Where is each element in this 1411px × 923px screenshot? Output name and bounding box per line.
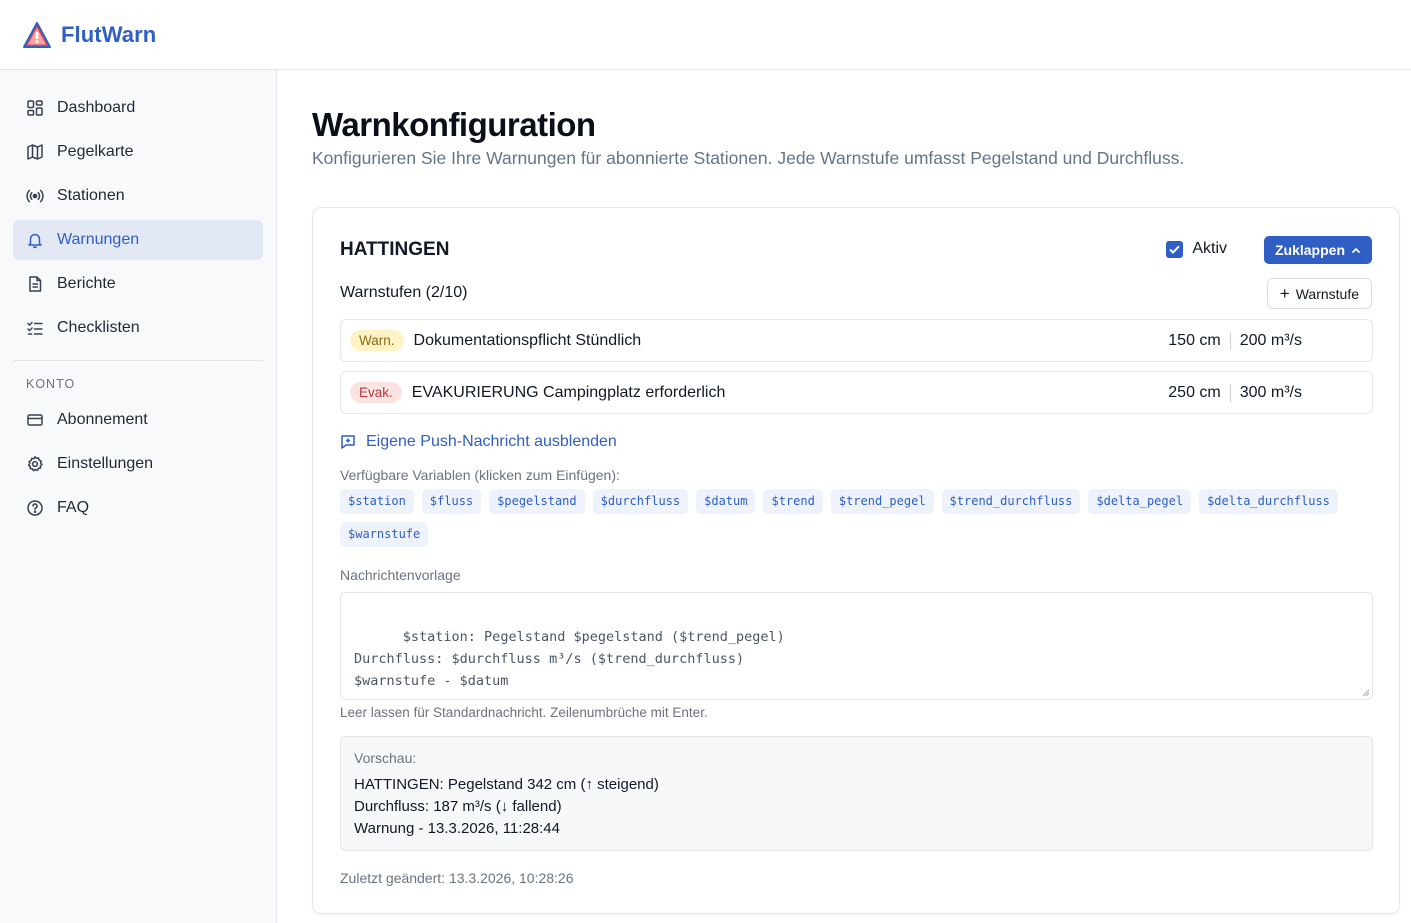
variable-chip[interactable]: $trend_durchfluss [941,489,1081,514]
template-hint: Leer lassen für Standardnachricht. Zeile… [340,705,708,720]
sidebar-item-faq[interactable]: FAQ [13,488,263,528]
sidebar-item-berichte[interactable]: Berichte [13,264,263,304]
sidebar-item-label: Berichte [57,275,116,292]
credit-card-icon [27,414,43,426]
bell-icon [28,233,42,249]
level-flow-value: 200 m³/s [1239,331,1302,349]
gear-icon [27,456,43,472]
preview-label: Vorschau: [354,750,417,766]
map-icon [27,144,43,160]
level-values: 250 cm 300 m³/s [1168,383,1302,402]
top-bar: FlutWarn [0,0,1411,70]
warning-levels-label: Warnstufen (2/10) [340,284,468,301]
variables-label: Verfügbare Variablen (klicken zum Einfüg… [340,467,620,483]
preview-line: Durchfluss: 187 m³/s (↓ fallend) [354,798,562,815]
sidebar-item-label: Pegelkarte [57,143,134,160]
warning-level-row[interactable]: Warn. Dokumentationspflicht Stündlich 15… [340,319,1373,362]
dashboard-grid-icon [27,100,43,116]
help-circle-icon [27,500,43,516]
check-icon [1169,245,1181,254]
collapse-button[interactable]: Zuklappen [1263,236,1372,264]
value-divider [1229,331,1231,350]
radio-broadcast-icon [26,189,44,203]
variable-chips: $station $fluss $pegelstand $durchfluss … [340,489,1380,547]
variable-chip[interactable]: $trend [763,489,823,514]
variable-chip[interactable]: $station [340,489,414,514]
variable-chip[interactable]: $delta_pegel [1088,489,1192,514]
level-flow-value: 300 m³/s [1239,383,1302,401]
station-name: HATTINGEN [340,239,450,260]
variable-chip[interactable]: $datum [696,489,756,514]
sidebar-item-checklisten[interactable]: Checklisten [13,308,263,348]
active-label: Aktiv [1192,240,1227,257]
sidebar-item-label: Stationen [57,187,125,204]
sidebar-item-label: Checklisten [57,319,140,336]
level-badge: Evak. [350,382,402,403]
plus-icon: + [1279,284,1290,303]
checklist-icon [27,321,43,335]
add-warning-level-button[interactable]: + Warnstufe [1266,278,1372,309]
resize-handle-icon[interactable] [1361,688,1370,697]
variable-chip[interactable]: $pegelstand [489,489,585,514]
variable-chip[interactable]: $trend_pegel [830,489,934,514]
level-name: Dokumentationspflicht Stündlich [413,331,642,349]
variable-chip[interactable]: $fluss [421,489,482,514]
preview-line: Warnung - 13.3.2026, 11:28:44 [354,820,560,837]
sidebar-divider [13,360,263,361]
sidebar-item-label: Abonnement [57,411,148,428]
station-card: HATTINGEN Aktiv Zuklappen Warnstufen (2/… [312,207,1400,914]
variable-chip[interactable]: $warnstufe [340,522,429,547]
page-title: Warnkonfiguration [312,106,596,143]
template-text: $station: Pegelstand $pegelstand ($trend… [354,629,785,689]
level-gauge-value: 150 cm [1168,331,1221,349]
sidebar-item-pegelkarte[interactable]: Pegelkarte [13,132,263,172]
last-changed: Zuletzt geändert: 13.3.2026, 10:28:26 [340,870,574,886]
level-name: EVAKURIERUNG Campingplatz erforderlich [411,383,726,401]
sidebar-item-abonnement[interactable]: Abonnement [13,400,263,440]
chevron-up-icon [1351,247,1361,253]
preview-line: HATTINGEN: Pegelstand 342 cm (↑ steigend… [354,776,659,793]
message-plus-icon [341,435,355,449]
variable-chip[interactable]: $durchfluss [592,489,689,514]
sidebar-item-label: Dashboard [57,99,136,116]
level-badge: Warn. [350,330,404,351]
message-preview: Vorschau: HATTINGEN: Pegelstand 342 cm (… [340,736,1373,851]
warning-level-row[interactable]: Evak. EVAKURIERUNG Campingplatz erforder… [340,371,1373,414]
active-checkbox[interactable] [1166,240,1184,258]
variable-chip[interactable]: $delta_durchfluss [1199,489,1338,514]
template-label: Nachrichtenvorlage [340,567,461,583]
sidebar-item-label: Einstellungen [57,455,154,472]
warning-triangle-icon[interactable] [22,21,52,49]
value-divider [1229,383,1231,402]
collapse-label: Zuklappen [1274,242,1345,258]
sidebar-section-title: KONTO [26,377,76,391]
main-content: Warnkonfiguration Konfigurieren Sie Ihre… [277,70,1411,923]
active-toggle[interactable]: Aktiv [1166,240,1227,258]
sidebar-item-label: FAQ [57,499,90,516]
sidebar-item-einstellungen[interactable]: Einstellungen [13,444,263,484]
level-values: 150 cm 200 m³/s [1168,331,1302,350]
sidebar-item-label: Warnungen [57,231,140,248]
sidebar-item-stationen[interactable]: Stationen [13,176,263,216]
push-message-toggle[interactable]: Eigene Push-Nachricht ausblenden [340,433,617,451]
document-icon [29,276,42,292]
brand-name[interactable]: FlutWarn [61,22,156,48]
add-warning-level-label: Warnstufe [1295,285,1359,302]
message-template-textarea[interactable]: $station: Pegelstand $pegelstand ($trend… [340,592,1373,700]
push-toggle-label: Eigene Push-Nachricht ausblenden [366,433,617,450]
page-subtitle: Konfigurieren Sie Ihre Warnungen für abo… [312,148,1185,168]
sidebar: Dashboard Pegelkarte Stationen Warnungen… [0,70,277,923]
sidebar-item-warnungen[interactable]: Warnungen [13,220,263,260]
level-gauge-value: 250 cm [1168,383,1221,401]
sidebar-item-dashboard[interactable]: Dashboard [13,88,263,128]
